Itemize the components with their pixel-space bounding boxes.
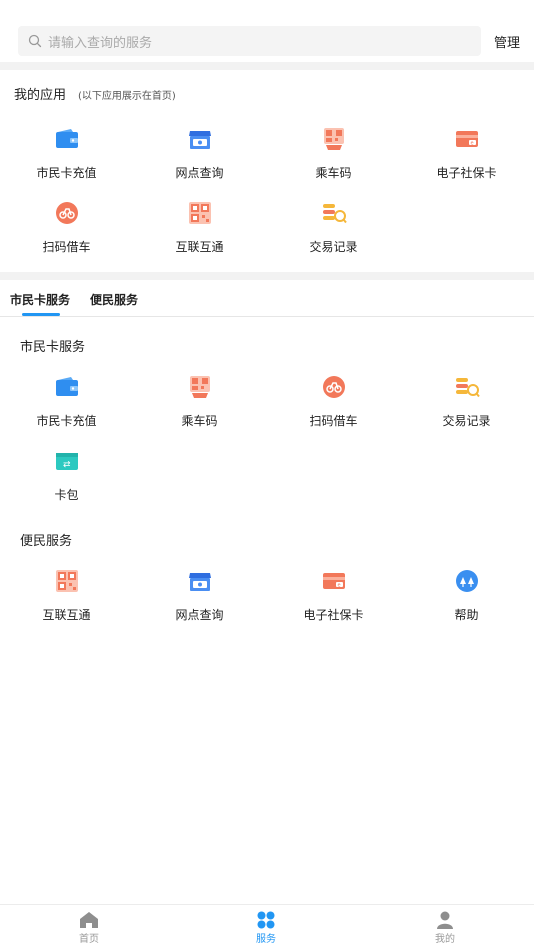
service-tabs: 市民卡服务 便民服务 <box>0 280 534 317</box>
services-icon <box>257 911 275 929</box>
my-app-scan-bike[interactable]: 扫码借车 <box>0 200 133 255</box>
app-label: 交易记录 <box>309 240 358 254</box>
service-social-card[interactable]: e 电子社保卡 <box>267 568 400 623</box>
social-card-icon: e <box>454 126 480 152</box>
nav-label: 我的 <box>435 934 455 945</box>
service-ride-code[interactable]: 乘车码 <box>133 374 266 429</box>
tab-convenience[interactable]: 便民服务 <box>90 291 138 308</box>
search-input[interactable]: 请输入查询的服务 <box>18 26 481 56</box>
tab-citizen-card[interactable]: 市民卡服务 <box>10 291 70 308</box>
profile-icon <box>437 911 453 929</box>
service-scan-bike[interactable]: 扫码借车 <box>267 374 400 429</box>
app-label: 电子社保卡 <box>436 166 497 180</box>
my-app-transactions[interactable]: 交易记录 <box>267 200 400 255</box>
service-label: 卡包 <box>54 488 79 502</box>
coins-search-icon <box>454 374 480 400</box>
service-label: 电子社保卡 <box>303 608 364 622</box>
section-title-citizen-card: 市民卡服务 <box>20 340 86 355</box>
svg-text:e: e <box>470 141 473 147</box>
qr-ride-icon <box>187 374 213 400</box>
app-label: 互联互通 <box>175 240 224 254</box>
qr-code-icon <box>187 200 213 226</box>
social-card-icon: e <box>321 568 347 594</box>
tab-active-indicator <box>22 313 60 316</box>
my-app-outlet-query[interactable]: 网点查询 <box>133 126 266 181</box>
nav-services[interactable]: 服务 <box>236 911 296 945</box>
top-bar: 请输入查询的服务 管理 <box>0 0 534 62</box>
qr-ride-icon <box>321 126 347 152</box>
service-label: 互联互通 <box>42 608 91 622</box>
my-apps-title: 我的应用 <box>14 88 67 103</box>
help-icon <box>454 568 480 594</box>
service-label: 网点查询 <box>175 608 224 622</box>
service-outlet-query[interactable]: 网点查询 <box>133 568 266 623</box>
section-title-convenience: 便民服务 <box>20 534 73 549</box>
divider <box>0 62 534 70</box>
home-icon <box>80 912 98 928</box>
service-help[interactable]: 帮助 <box>400 568 533 623</box>
nav-home[interactable]: 首页 <box>59 911 119 945</box>
my-app-citizen-card-topup[interactable]: 市民卡充值 <box>0 126 133 181</box>
app-label: 网点查询 <box>175 166 224 180</box>
service-label: 交易记录 <box>442 414 491 428</box>
service-label: 乘车码 <box>181 414 218 428</box>
my-apps-header: 我的应用 (以下应用展示在首页) <box>14 84 176 103</box>
service-interconnect[interactable]: 互联互通 <box>0 568 133 623</box>
my-app-ride-code[interactable]: 乘车码 <box>267 126 400 181</box>
nav-profile[interactable]: 我的 <box>415 911 475 945</box>
my-apps-subtitle: (以下应用展示在首页) <box>78 91 176 102</box>
service-citizen-card-topup[interactable]: 市民卡充值 <box>0 374 133 429</box>
store-icon <box>187 126 213 152</box>
app-label: 扫码借车 <box>42 240 91 254</box>
my-app-social-card[interactable]: e 电子社保卡 <box>400 126 533 181</box>
qr-code-icon <box>54 568 80 594</box>
service-label: 市民卡充值 <box>36 414 97 428</box>
coins-search-icon <box>321 200 347 226</box>
nav-label: 服务 <box>256 934 276 945</box>
bottom-nav: 首页 服务 我的 <box>0 904 534 950</box>
divider <box>0 272 534 280</box>
bike-icon <box>321 374 347 400</box>
service-card-wallet[interactable]: ⇄ 卡包 <box>0 448 133 503</box>
svg-text:e: e <box>337 583 340 589</box>
search-icon <box>28 34 42 48</box>
nav-label: 首页 <box>79 934 99 945</box>
app-label: 乘车码 <box>315 166 352 180</box>
page: 请输入查询的服务 管理 我的应用 (以下应用展示在首页) 市民卡充值 网点查询 … <box>0 0 534 950</box>
store-icon <box>187 568 213 594</box>
card-wallet-icon: ⇄ <box>54 448 80 474</box>
wallet-icon <box>54 374 80 400</box>
wallet-icon <box>54 126 80 152</box>
service-transactions[interactable]: 交易记录 <box>400 374 533 429</box>
my-app-interconnect[interactable]: 互联互通 <box>133 200 266 255</box>
svg-text:⇄: ⇄ <box>63 460 71 470</box>
manage-button[interactable]: 管理 <box>494 32 520 51</box>
service-label: 扫码借车 <box>309 414 358 428</box>
app-label: 市民卡充值 <box>36 166 97 180</box>
search-placeholder: 请输入查询的服务 <box>48 35 153 51</box>
service-label: 帮助 <box>454 608 479 622</box>
bike-icon <box>54 200 80 226</box>
